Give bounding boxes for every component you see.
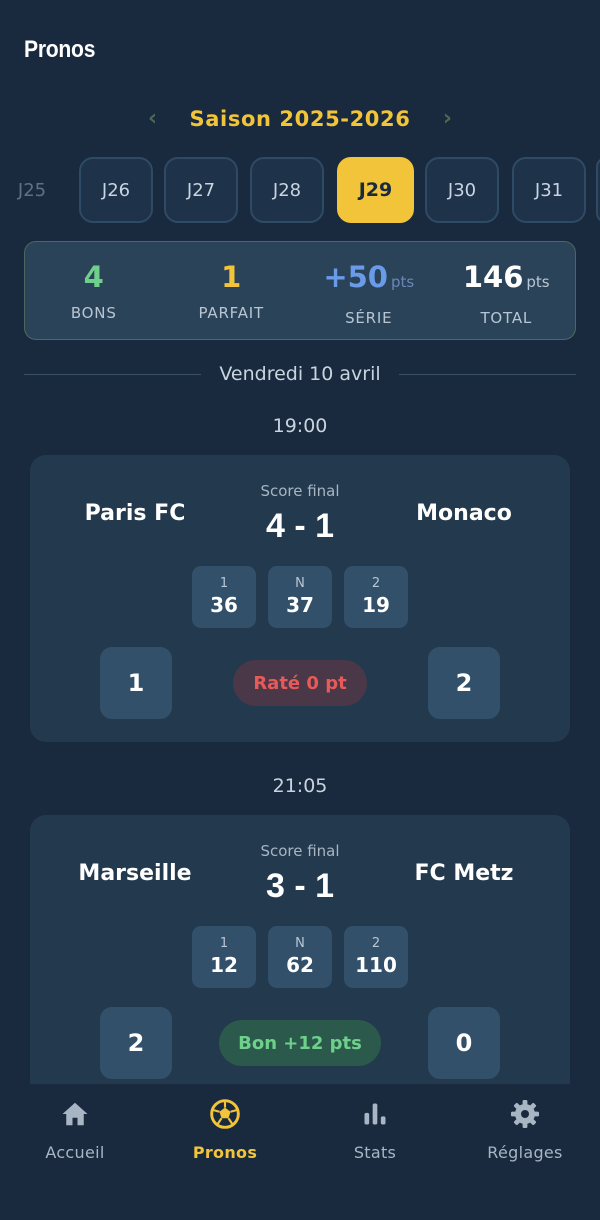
round-selector: J25 J26 J27 J28 J29 J30 J31 [0, 157, 600, 223]
round-chip-next[interactable] [596, 157, 600, 223]
stat-serie-value-group: +50 pts [323, 260, 414, 299]
soccer-ball-icon [208, 1097, 242, 1131]
season-selector: ‹ Saison 2025-2026 › [0, 106, 600, 131]
tab-reglages[interactable]: Réglages [450, 1084, 600, 1220]
chevron-left-icon[interactable]: ‹ [146, 106, 160, 131]
tab-pronos[interactable]: Pronos [150, 1084, 300, 1220]
odd-away: 2 110 [344, 926, 408, 988]
odd-key: 1 [219, 936, 229, 951]
match-time: 19:00 [272, 415, 328, 437]
odd-home: 1 12 [192, 926, 256, 988]
result-badge: Raté 0 pt [233, 660, 367, 706]
match-status: Score final [260, 482, 340, 500]
odd-value: 12 [210, 953, 238, 977]
season-label: Saison 2025-2026 [189, 106, 411, 131]
stat-parfait: 1 PARFAIT [163, 242, 301, 339]
odd-key: 2 [371, 936, 381, 951]
stat-total: 146 pts TOTAL [438, 242, 576, 339]
prediction-home-score[interactable]: 1 [100, 647, 172, 719]
final-score: 3 - 1 [265, 867, 335, 905]
stat-bons: 4 BONS [25, 242, 163, 339]
prediction-home-score[interactable]: 2 [100, 1007, 172, 1079]
odd-home: 1 36 [192, 566, 256, 628]
odds-row: 1 36 N 37 2 19 [30, 566, 570, 628]
stat-serie-value: +50 [323, 260, 388, 294]
bar-chart-icon [358, 1097, 392, 1131]
round-chip-j26[interactable]: J26 [79, 157, 153, 223]
odd-value: 110 [355, 953, 397, 977]
match-status: Score final [260, 842, 340, 860]
final-score: 4 - 1 [265, 507, 335, 545]
stat-total-label: TOTAL [480, 309, 533, 327]
tab-accueil[interactable]: Accueil [0, 1084, 150, 1220]
odd-value: 36 [210, 593, 238, 617]
chevron-right-icon[interactable]: › [440, 106, 454, 131]
tab-bar: Accueil Pronos Stats Réglages [0, 1084, 600, 1220]
match-card[interactable]: Paris FC Score final Monaco 4 - 1 1 36 N3… [30, 455, 570, 742]
prediction-away-score[interactable]: 2 [428, 647, 500, 719]
odd-draw: N 62 [268, 926, 332, 988]
odd-value: 62 [286, 953, 314, 977]
odd-key: 1 [219, 576, 229, 591]
stat-parfait-label: PARFAIT [198, 304, 264, 322]
divider [24, 373, 202, 375]
round-chip-j25[interactable]: J25 [0, 157, 69, 223]
odd-value: 19 [362, 593, 390, 617]
stat-total-value-group: 146 pts [463, 260, 550, 299]
round-chip-j29[interactable]: J29 [337, 157, 414, 223]
stat-bons-label: BONS [70, 304, 117, 322]
page-title: Pronos [24, 36, 96, 63]
tab-label: Accueil [45, 1143, 105, 1162]
odd-key: 2 [371, 576, 381, 591]
match-card[interactable]: Marseille Score final FC Metz 3 - 1 1 12 … [30, 815, 570, 1102]
odds-row: 1 12 N 62 2 110 [30, 926, 570, 988]
prediction-away-score[interactable]: 0 [428, 1007, 500, 1079]
round-chip-j28[interactable]: J28 [250, 157, 324, 223]
match-time: 21:05 [272, 775, 328, 797]
day-label: Vendredi 10 avril [219, 363, 381, 385]
tab-label: Réglages [487, 1143, 563, 1162]
stat-parfait-value: 1 [221, 260, 242, 294]
summary-card: 4 BONS 1 PARFAIT +50 pts SÉRIE 146 pts TOT… [24, 241, 576, 340]
tab-label: Pronos [192, 1143, 258, 1162]
tab-label: Stats [353, 1143, 397, 1162]
stat-serie-unit: pts [390, 273, 415, 291]
stat-total-value: 146 [462, 260, 524, 294]
round-chip-j31[interactable]: J31 [512, 157, 586, 223]
odd-value: 37 [286, 593, 314, 617]
odd-away: 2 19 [344, 566, 408, 628]
stat-bons-value: 4 [83, 260, 104, 294]
divider [398, 373, 576, 375]
stat-total-unit: pts [526, 273, 550, 291]
result-badge: Bon +12 pts [219, 1020, 381, 1066]
home-icon [58, 1097, 92, 1131]
round-chip-j30[interactable]: J30 [425, 157, 499, 223]
odd-key: N [295, 576, 305, 591]
stat-serie-label: SÉRIE [345, 309, 393, 327]
day-separator: Vendredi 10 avril [24, 360, 576, 388]
tab-stats[interactable]: Stats [300, 1084, 450, 1220]
odd-key: N [295, 936, 305, 951]
gear-icon [508, 1097, 542, 1131]
odd-draw: N 37 [268, 566, 332, 628]
round-chip-j27[interactable]: J27 [164, 157, 238, 223]
stat-serie: +50 pts SÉRIE [300, 242, 438, 339]
